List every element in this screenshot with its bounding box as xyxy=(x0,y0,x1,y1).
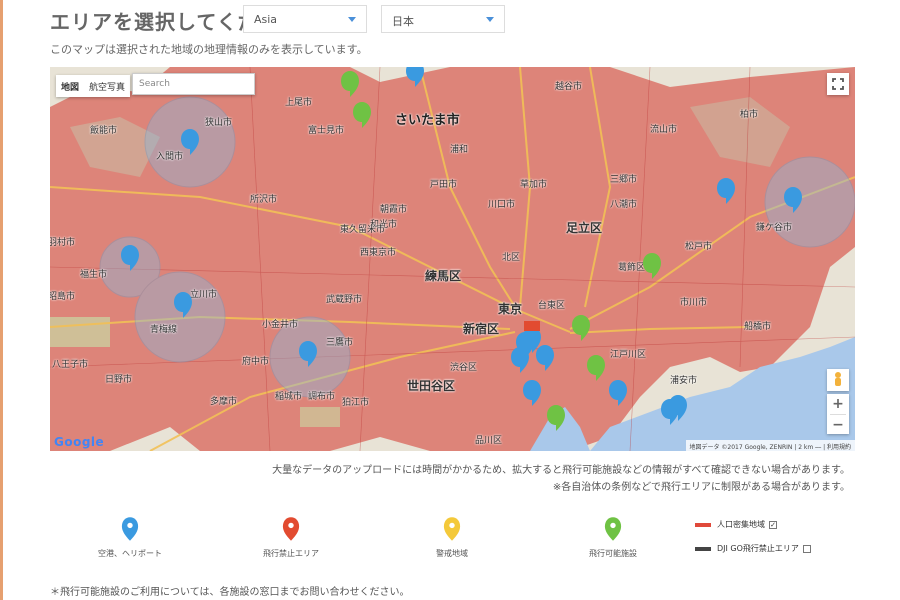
chevron-down-icon xyxy=(348,17,356,22)
legend-caution-label: 警戒地域 xyxy=(436,549,468,558)
legend-allowed-label: 飛行可能施設 xyxy=(589,549,637,558)
legend-dense-area[interactable]: 人口密集地域 ✓ xyxy=(695,519,777,530)
caution-pin-icon xyxy=(443,517,461,541)
allowed-facility-marker[interactable] xyxy=(643,253,661,279)
airport-marker[interactable] xyxy=(121,245,139,271)
legend-caution: 警戒地域 xyxy=(392,516,512,559)
ordinance-notice: ※各自治体の条例などで飛行エリアに制限がある場合があります。 xyxy=(552,482,850,493)
legend-dji-no-fly[interactable]: DJI GO飛行禁止エリア xyxy=(695,543,811,554)
allowed-facility-marker[interactable] xyxy=(572,315,590,341)
legend-airport: 空港、ヘリポート xyxy=(70,516,190,559)
no-fly-pin-icon xyxy=(282,517,300,541)
allowed-facility-marker[interactable] xyxy=(341,71,359,97)
map-markers-layer xyxy=(121,67,802,431)
airport-marker[interactable] xyxy=(511,347,529,373)
map-canvas[interactable]: 地図 航空写真 Search + − Google 地図データ ©2017 Go… xyxy=(50,67,855,451)
footer-note: ＊飛行可能施設のご利用については、各施設の窓口までお問い合わせください。 xyxy=(50,587,410,598)
airport-pin-icon xyxy=(121,517,139,541)
dji-no-fly-swatch xyxy=(695,546,711,551)
airport-marker[interactable] xyxy=(181,129,199,155)
legend-allowed: 飛行可能施設 xyxy=(553,516,673,559)
airport-marker[interactable] xyxy=(523,380,541,406)
allowed-facility-marker[interactable] xyxy=(547,405,565,431)
allowed-facility-marker[interactable] xyxy=(353,102,371,128)
airport-marker[interactable] xyxy=(609,380,627,406)
legend-airport-label: 空港、ヘリポート xyxy=(98,549,162,558)
legend-no-fly: 飛行禁止エリア xyxy=(231,516,351,559)
dense-area-checkbox[interactable]: ✓ xyxy=(769,520,777,529)
airport-marker[interactable] xyxy=(717,178,735,204)
legend-dense-label: 人口密集地域 xyxy=(717,520,765,529)
region-select-value: Asia xyxy=(254,13,278,26)
airport-marker[interactable] xyxy=(174,292,192,318)
no-fly-zone-marker[interactable] xyxy=(524,321,540,331)
airport-marker[interactable] xyxy=(299,341,317,367)
upload-notice: 大量なデータのアップロードには時間がかかるため、拡大すると飛行可能施設などの情報… xyxy=(272,465,850,476)
allowed-pin-icon xyxy=(604,517,622,541)
allowed-facility-marker[interactable] xyxy=(587,355,605,381)
country-select[interactable]: 日本 xyxy=(381,5,505,33)
map-description: このマップは選択された地域の地理情報のみを表示しています。 xyxy=(50,43,368,56)
chevron-down-icon xyxy=(486,17,494,22)
left-accent-bar xyxy=(0,0,3,600)
country-select-value: 日本 xyxy=(392,15,414,28)
region-select[interactable]: Asia xyxy=(243,5,367,33)
airport-marker[interactable] xyxy=(536,345,554,371)
legend-dji-label: DJI GO飛行禁止エリア xyxy=(717,544,799,553)
dji-no-fly-checkbox[interactable] xyxy=(802,544,811,553)
airport-marker[interactable] xyxy=(406,67,424,87)
airport-marker[interactable] xyxy=(784,187,802,213)
dense-area-swatch xyxy=(695,522,711,527)
legend-no-fly-label: 飛行禁止エリア xyxy=(263,549,319,558)
